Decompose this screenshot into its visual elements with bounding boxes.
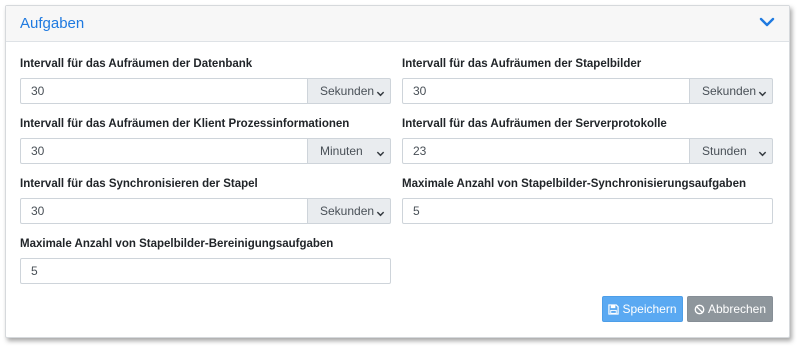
klient-interval-input[interactable] bbox=[20, 138, 308, 164]
max-cleanup-tasks-label: Maximale Anzahl von Stapelbilder-Bereini… bbox=[20, 238, 334, 250]
stapelbilder-interval-input[interactable] bbox=[402, 78, 690, 104]
datenbank-interval-label: Intervall für das Aufräumen der Datenban… bbox=[20, 58, 253, 70]
ban-icon bbox=[694, 304, 705, 315]
max-sync-tasks-label: Maximale Anzahl von Stapelbilder-Synchro… bbox=[402, 178, 747, 190]
cancel-button[interactable]: Abbrechen bbox=[687, 296, 773, 322]
datenbank-unit-value: Sekunden bbox=[320, 84, 375, 98]
max-sync-tasks-input[interactable] bbox=[402, 198, 773, 224]
max-cleanup-tasks-input[interactable] bbox=[20, 258, 391, 284]
synchronisieren-unit-select[interactable]: Sekunden bbox=[308, 198, 391, 224]
synchronisieren-interval-group: Sekunden bbox=[20, 198, 391, 224]
klient-interval-group: Minuten bbox=[20, 138, 391, 164]
stapelbilder-unit-select[interactable]: Sekunden bbox=[690, 78, 773, 104]
chevron-down-icon bbox=[376, 87, 385, 96]
stapelbilder-interval-group: Sekunden bbox=[402, 78, 773, 104]
serverprotokolle-interval-label: Intervall für das Aufräumen der Serverpr… bbox=[402, 118, 667, 130]
cancel-button-label: Abbrechen bbox=[707, 302, 767, 316]
klient-unit-select[interactable]: Minuten bbox=[308, 138, 391, 164]
card-header[interactable]: Aufgaben bbox=[6, 6, 789, 42]
stapelbilder-interval-label: Intervall für das Aufräumen der Stapelbi… bbox=[402, 58, 642, 70]
save-button-label: Speichern bbox=[622, 302, 677, 316]
chevron-down-icon bbox=[758, 87, 767, 96]
chevron-down-icon bbox=[376, 207, 385, 216]
chevron-down-icon bbox=[758, 147, 767, 156]
synchronisieren-unit-value: Sekunden bbox=[320, 204, 375, 218]
serverprotokolle-unit-value: Stunden bbox=[702, 144, 747, 158]
stapelbilder-unit-value: Sekunden bbox=[702, 84, 757, 98]
chevron-down-icon bbox=[376, 147, 385, 156]
tasks-card: Aufgaben Intervall für das Aufräumen der… bbox=[5, 5, 790, 338]
synchronisieren-interval-input[interactable] bbox=[20, 198, 308, 224]
synchronisieren-interval-label: Intervall für das Synchronisieren der St… bbox=[20, 178, 258, 190]
klient-interval-label: Intervall für das Aufräumen der Klient P… bbox=[20, 118, 350, 130]
floppy-disk-icon bbox=[608, 303, 620, 315]
serverprotokolle-interval-group: Stunden bbox=[402, 138, 773, 164]
datenbank-unit-select[interactable]: Sekunden bbox=[308, 78, 391, 104]
datenbank-interval-group: Sekunden bbox=[20, 78, 391, 104]
card-title: Aufgaben bbox=[20, 15, 85, 32]
chevron-down-icon[interactable] bbox=[759, 14, 775, 30]
serverprotokolle-interval-input[interactable] bbox=[402, 138, 690, 164]
serverprotokolle-unit-select[interactable]: Stunden bbox=[690, 138, 773, 164]
datenbank-interval-input[interactable] bbox=[20, 78, 308, 104]
klient-unit-value: Minuten bbox=[320, 144, 363, 158]
save-button[interactable]: Speichern bbox=[602, 296, 683, 322]
